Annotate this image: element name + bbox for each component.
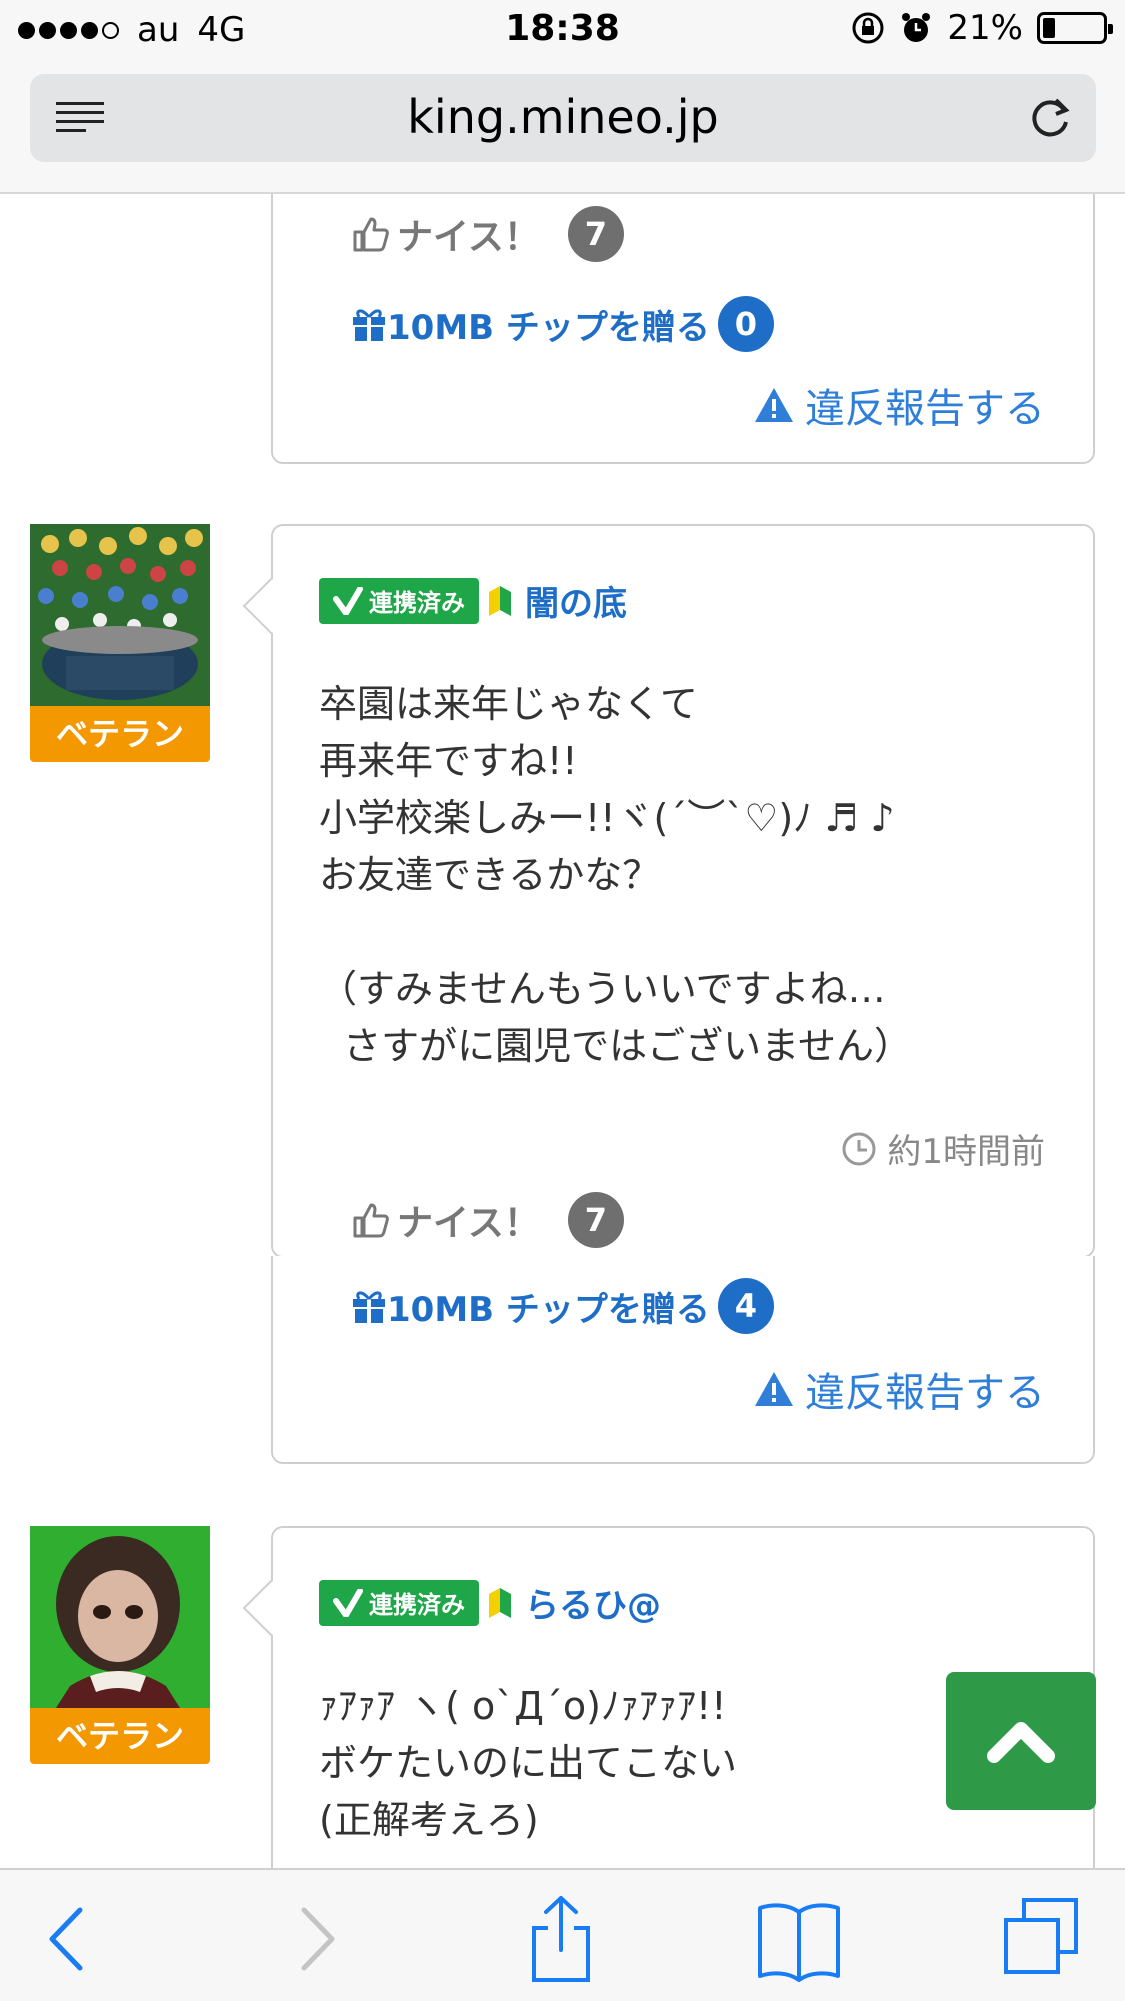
orientation-lock-icon xyxy=(852,12,884,44)
avatar[interactable]: ベテラン xyxy=(30,524,210,762)
report-label: 違反報告する xyxy=(805,1370,1045,1416)
warning-icon xyxy=(755,388,793,422)
linked-badge: 連携済み xyxy=(319,577,479,624)
post-card: 連携済み 闇の底 卒園は来年じゃなくて 再来年ですね!! 小学校楽しみー!!ヾ(… xyxy=(242,524,1095,1258)
report-label: 違反報告する xyxy=(805,386,1045,432)
tip-button[interactable]: 10MB チップを贈る 0 xyxy=(351,296,774,352)
user-name-link[interactable]: らるひ@ xyxy=(525,1578,661,1627)
beginner-mark-icon xyxy=(489,1587,511,1618)
nice-label: ナイス！ xyxy=(397,1203,540,1244)
tabs-icon[interactable] xyxy=(998,1894,1088,1984)
post-author: 連携済み らるひ@ xyxy=(319,1578,661,1627)
check-icon xyxy=(333,586,363,615)
avatar-image xyxy=(30,524,210,706)
avatar[interactable]: ベテラン xyxy=(30,1526,210,1764)
browser-header: king.mineo.jp xyxy=(0,62,1125,194)
tip-label: 10MB チップを贈る xyxy=(387,1289,710,1330)
rank-label: ベテラン xyxy=(30,706,210,762)
reload-icon[interactable] xyxy=(1026,92,1074,142)
linked-badge-label: 連携済み xyxy=(369,1591,465,1619)
warning-icon xyxy=(755,1372,793,1406)
battery-percent: 21% xyxy=(947,8,1023,48)
nice-button[interactable]: ナイス！ 7 xyxy=(351,1192,624,1248)
post-body: 卒園は来年じゃなくて 再来年ですね!! 小学校楽しみー!!ヾ(´︶`♡)ﾉ ♬ … xyxy=(319,682,913,1068)
battery-icon xyxy=(1037,12,1113,44)
thread-content: ナイス！ 7 10MB チップを贈る 0 違反報告する ベテラン 連携済み 闇の… xyxy=(0,194,1125,1868)
back-icon[interactable] xyxy=(22,1894,112,1984)
avatar-image xyxy=(30,1526,210,1708)
gift-icon xyxy=(353,309,385,341)
status-right: 21% xyxy=(851,8,1113,48)
tip-button[interactable]: 10MB チップを贈る 4 xyxy=(351,1278,774,1334)
timestamp-text: 約1時間前 xyxy=(887,1132,1045,1172)
share-icon[interactable] xyxy=(516,1894,606,1984)
tip-label: 10MB チップを贈る xyxy=(387,307,710,348)
post-author: 連携済み 闇の底 xyxy=(319,576,627,625)
status-bar: au 4G 18:38 21% xyxy=(0,0,1125,62)
thumbs-up-icon xyxy=(353,217,389,252)
scroll-to-top-button[interactable] xyxy=(946,1672,1096,1810)
gift-icon xyxy=(353,1291,385,1323)
linked-badge: 連携済み xyxy=(319,1579,479,1626)
linked-badge-label: 連携済み xyxy=(369,589,465,617)
rank-label: ベテラン xyxy=(30,1708,210,1764)
nice-count: 7 xyxy=(567,206,624,262)
post-card: ナイス！ 7 10MB チップを贈る 0 違反報告する xyxy=(271,194,1095,464)
address-bar[interactable]: king.mineo.jp xyxy=(30,74,1096,162)
chevron-up-icon xyxy=(987,1722,1055,1763)
browser-toolbar xyxy=(0,1868,1125,2001)
report-link[interactable]: 違反報告する xyxy=(753,1360,1045,1418)
url-text[interactable]: king.mineo.jp xyxy=(30,90,1096,144)
post-card-footer: 10MB チップを贈る 4 違反報告する xyxy=(271,1256,1095,1464)
user-name-link[interactable]: 闇の底 xyxy=(525,576,627,625)
clock-icon xyxy=(842,1132,876,1165)
beginner-mark-icon xyxy=(489,585,511,616)
post-timestamp: 約1時間前 xyxy=(841,1124,1045,1173)
nice-label: ナイス！ xyxy=(397,217,540,258)
tip-count: 4 xyxy=(717,1278,774,1334)
alarm-icon xyxy=(902,13,931,42)
forward-icon[interactable] xyxy=(272,1894,362,1984)
nice-button[interactable]: ナイス！ 7 xyxy=(351,206,624,262)
thumbs-up-icon xyxy=(353,1203,389,1238)
report-link[interactable]: 違反報告する xyxy=(753,376,1045,434)
check-icon xyxy=(333,1588,363,1617)
bookmarks-icon[interactable] xyxy=(754,1894,844,1984)
tip-count: 0 xyxy=(717,296,774,352)
nice-count: 7 xyxy=(567,1192,624,1248)
